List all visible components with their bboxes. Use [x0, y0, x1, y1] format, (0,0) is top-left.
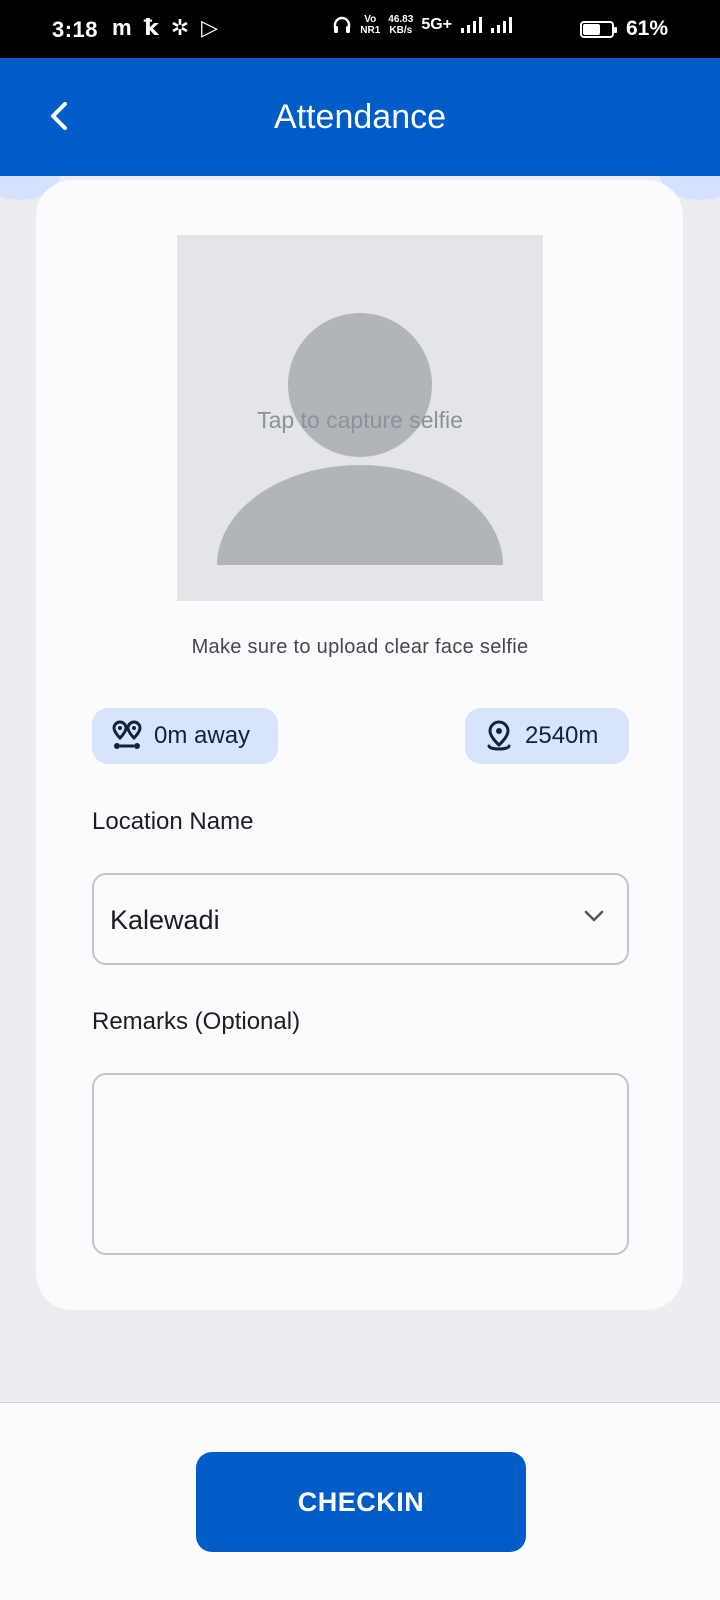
m-app-icon: m: [112, 15, 132, 40]
network-speed: 46.83 KB/s: [388, 14, 414, 36]
app-bar: Attendance: [0, 58, 720, 176]
remarks-label: Remarks (Optional): [92, 1008, 301, 1035]
status-time: 3:18: [52, 17, 99, 42]
location-value: Kalewadi: [110, 905, 220, 935]
selfie-capture-area[interactable]: Tap to capture selfie: [177, 235, 543, 601]
location-pin-icon: [487, 720, 511, 751]
selfie-hint: Tap to capture selfie: [257, 407, 463, 433]
volte-indicator: Vo NR1: [360, 14, 381, 36]
upload-instruction: Make sure to upload clear face selfie: [191, 636, 529, 658]
play-store-icon: ▷: [201, 15, 219, 40]
location-dropdown[interactable]: Kalewadi: [92, 873, 629, 965]
k-app-icon: ꝁ: [143, 15, 159, 40]
status-bar: 3:18 m ꝁ ✲ ▷ Vo NR1 46.83 KB/s 5G+ 61%: [0, 0, 720, 58]
page-title: Attendance: [273, 98, 447, 136]
distance-label: 0m away: [154, 722, 251, 749]
battery-icon: [580, 21, 617, 38]
location-name-label: Location Name: [92, 808, 254, 835]
signal-strength-icon: [461, 17, 482, 33]
checkin-button[interactable]: CHECKIN: [196, 1452, 526, 1552]
route-pins-icon: [112, 720, 142, 749]
distance-chip: 0m away: [92, 708, 278, 764]
radius-chip: 2540m: [465, 708, 629, 764]
notification-icons: m ꝁ ✲ ▷: [112, 16, 218, 40]
signal-strength-icon-2: [491, 17, 512, 33]
network-type: 5G+: [421, 16, 452, 33]
settings-app-icon: ✲: [170, 15, 190, 40]
status-right-icons: Vo NR1 46.83 KB/s 5G+: [332, 14, 512, 36]
radius-label: 2540m: [525, 722, 599, 749]
remarks-input[interactable]: [92, 1073, 629, 1255]
battery-percent: 61%: [625, 17, 668, 40]
headphones-icon: [334, 16, 351, 33]
chevron-down-icon: [584, 910, 604, 922]
